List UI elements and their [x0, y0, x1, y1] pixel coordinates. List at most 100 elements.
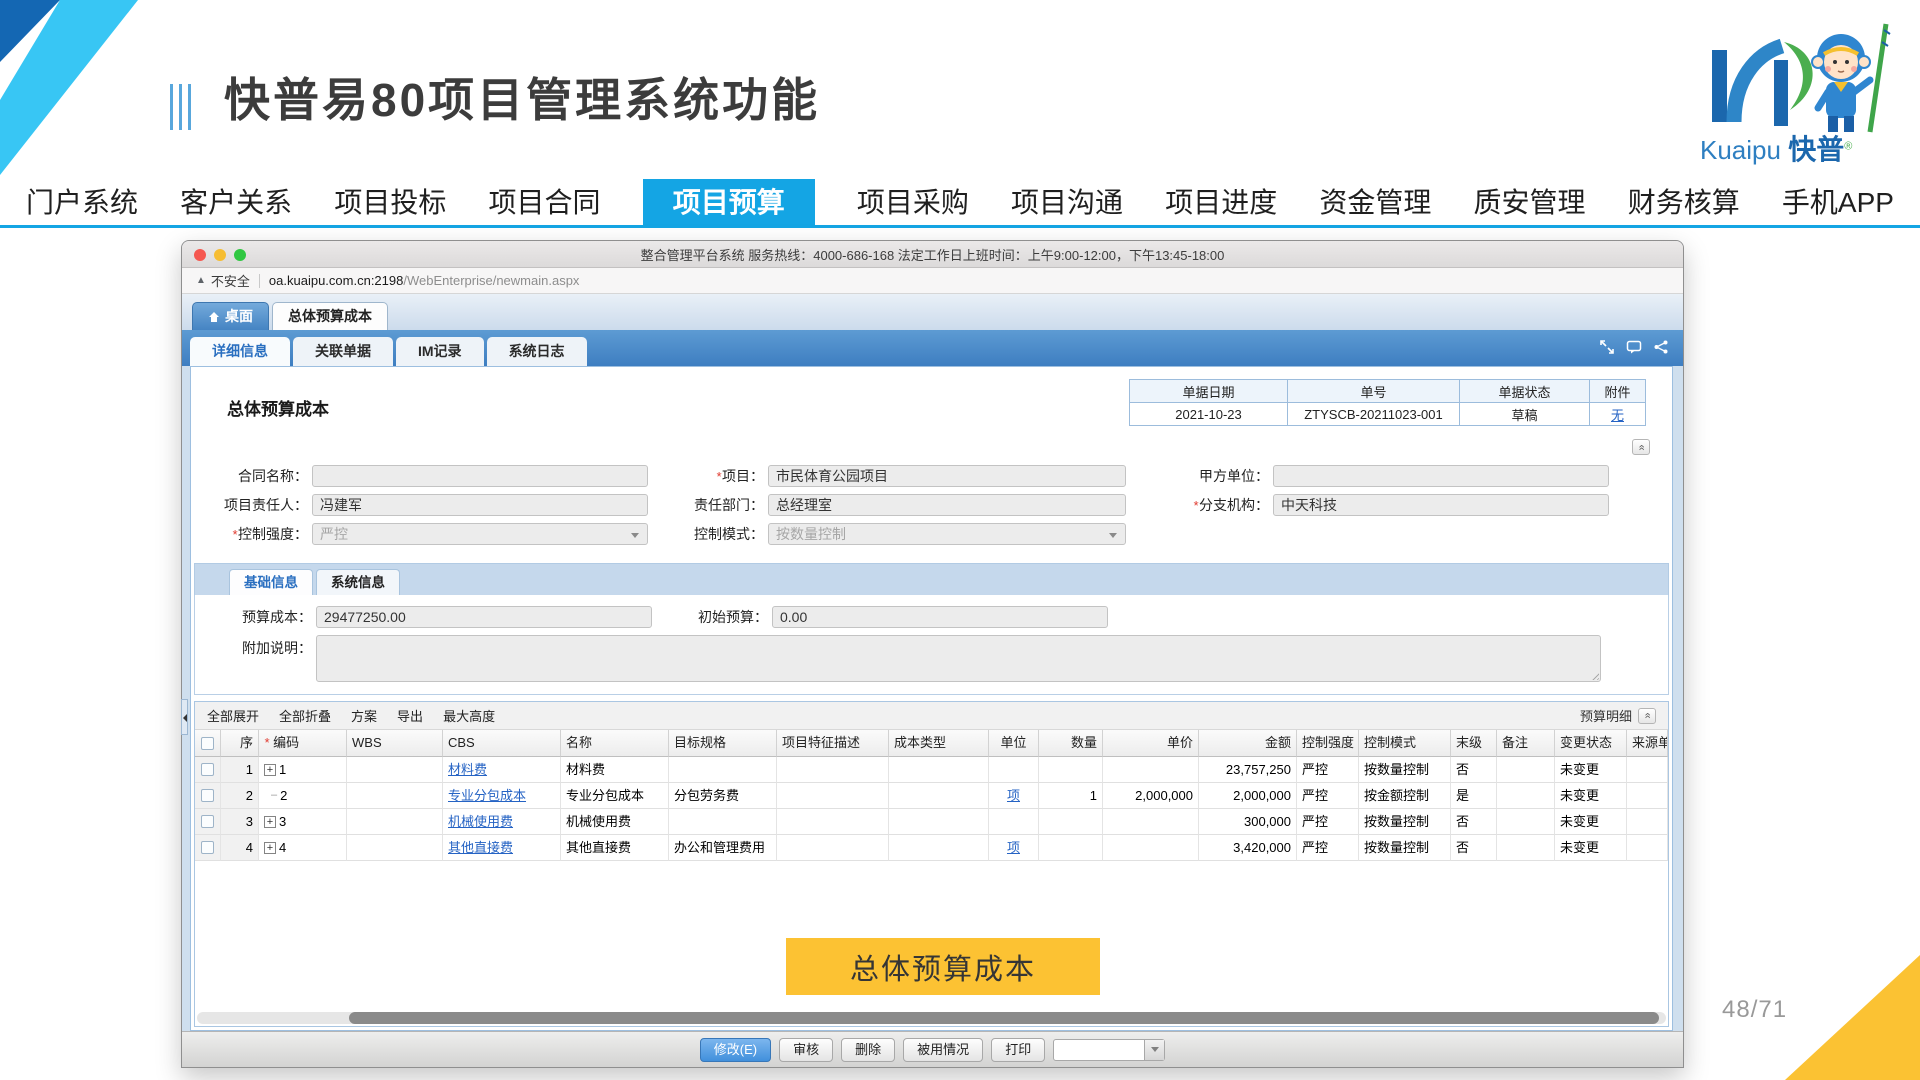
- modify-button[interactable]: 修改(E): [700, 1038, 771, 1062]
- grid-toolbar: 全部展开 全部折叠 方案 导出 最大高度 预算明细 «: [195, 702, 1668, 730]
- nav-item-finance[interactable]: 财务核算: [1628, 179, 1740, 227]
- cell-unit: [989, 757, 1039, 783]
- cell-feature: [777, 783, 889, 809]
- collapse-grid-button[interactable]: «: [1638, 708, 1656, 724]
- browser-url-bar[interactable]: ▲ 不安全 oa.kuaipu.com.cn:2198/WebEnterpris…: [182, 268, 1683, 294]
- audit-button[interactable]: 审核: [779, 1038, 833, 1062]
- info-header-status: 单据状态: [1460, 380, 1590, 403]
- nav-item-budget-active[interactable]: 项目预算: [643, 179, 815, 227]
- dropdown-arrow-button[interactable]: [1144, 1040, 1164, 1060]
- dept-field[interactable]: 总经理室: [768, 494, 1126, 516]
- attachment-link[interactable]: 无: [1611, 408, 1624, 423]
- expand-icon[interactable]: +: [264, 764, 276, 776]
- cell-amount: 3,420,000: [1199, 835, 1297, 861]
- contract-name-field[interactable]: [312, 465, 648, 487]
- cell-qty: [1039, 809, 1103, 835]
- collapse-icon: «: [1636, 444, 1647, 450]
- tab-basic-info[interactable]: 基础信息: [229, 569, 313, 595]
- usage-button[interactable]: 被用情况: [903, 1038, 983, 1062]
- budget-cost-field[interactable]: 29477250.00: [316, 606, 652, 628]
- cell-spec: 分包劳务费: [669, 783, 777, 809]
- cbs-link[interactable]: 专业分包成本: [448, 788, 526, 803]
- cell-change: 未变更: [1555, 783, 1627, 809]
- manager-field[interactable]: 冯建军: [312, 494, 648, 516]
- tab-im-log[interactable]: IM记录: [396, 337, 484, 366]
- close-button[interactable]: [194, 249, 206, 261]
- tab-overall-budget-label: 总体预算成本: [288, 303, 372, 330]
- print-button[interactable]: 打印: [991, 1038, 1045, 1062]
- row-checkbox[interactable]: [201, 815, 214, 828]
- note-textarea[interactable]: [316, 635, 1601, 682]
- cell-source: [1627, 835, 1668, 861]
- collapse-header-button[interactable]: «: [1632, 439, 1650, 455]
- nav-item-progress[interactable]: 项目进度: [1165, 179, 1277, 227]
- cell-wbs: [347, 783, 443, 809]
- export-button[interactable]: 导出: [397, 706, 423, 725]
- tab-overall-budget[interactable]: 总体预算成本: [272, 302, 388, 330]
- unit-link[interactable]: 项: [1007, 788, 1020, 803]
- panel-collapse-handle[interactable]: [181, 699, 188, 735]
- nav-item-contract[interactable]: 项目合同: [489, 179, 601, 227]
- tab-related-docs[interactable]: 关联单据: [293, 337, 393, 366]
- detail-content-panel: 总体预算成本 单据日期 单号 单据状态 附件 2021-10-23 ZTYSCB…: [190, 366, 1673, 1031]
- collapse-all-button[interactable]: 全部折叠: [279, 706, 331, 725]
- project-field[interactable]: 市民体育公园项目: [768, 465, 1126, 487]
- document-form: 合同名称： *项目： 市民体育公园项目 甲方单位： 项目责任人： 冯建军 责任部…: [191, 465, 1672, 552]
- delete-button[interactable]: 删除: [841, 1038, 895, 1062]
- initial-budget-field[interactable]: 0.00: [772, 606, 1108, 628]
- branch-field[interactable]: 中天科技: [1273, 494, 1609, 516]
- nav-item-procurement[interactable]: 项目采购: [857, 179, 969, 227]
- nav-item-funds[interactable]: 资金管理: [1319, 179, 1431, 227]
- tab-desktop-label: 桌面: [225, 303, 253, 330]
- cell-name: 机械使用费: [561, 809, 669, 835]
- row-checkbox[interactable]: [201, 789, 214, 802]
- cell-leaf: 否: [1451, 835, 1497, 861]
- control-strength-select[interactable]: 严控: [312, 523, 648, 545]
- cbs-link[interactable]: 机械使用费: [448, 814, 513, 829]
- horizontal-scrollbar-thumb[interactable]: [349, 1012, 1659, 1024]
- nav-item-communication[interactable]: 项目沟通: [1011, 179, 1123, 227]
- nav-item-quality[interactable]: 质安管理: [1474, 179, 1586, 227]
- chevron-down-icon: [1109, 533, 1117, 538]
- tab-detail-info[interactable]: 详细信息: [190, 337, 290, 366]
- cbs-link[interactable]: 材料费: [448, 762, 487, 777]
- row-seq: 1: [221, 757, 259, 783]
- cell-change: 未变更: [1555, 757, 1627, 783]
- budget-detail-grid: 全部展开 全部折叠 方案 导出 最大高度 预算明细 « 序 *编码 WBS CB…: [194, 701, 1669, 1027]
- expand-icon[interactable]: +: [264, 842, 276, 854]
- col-mode: 控制模式: [1359, 730, 1451, 757]
- tab-desktop[interactable]: 桌面: [192, 302, 269, 330]
- cell-amount: 300,000: [1199, 809, 1297, 835]
- row-checkbox[interactable]: [201, 763, 214, 776]
- col-qty: 数量: [1039, 730, 1103, 757]
- cbs-link[interactable]: 其他直接费: [448, 840, 513, 855]
- nav-item-portal[interactable]: 门户系统: [26, 179, 138, 227]
- zoom-button[interactable]: [234, 249, 246, 261]
- resize-icon[interactable]: [1599, 339, 1615, 355]
- expand-icon[interactable]: +: [264, 816, 276, 828]
- control-mode-select[interactable]: 按数量控制: [768, 523, 1126, 545]
- expand-all-button[interactable]: 全部展开: [207, 706, 259, 725]
- dept-label: 责任部门：: [694, 495, 764, 515]
- tab-system-log[interactable]: 系统日志: [487, 337, 587, 366]
- nav-item-mobile-app[interactable]: 手机APP: [1782, 179, 1894, 227]
- row-seq: 2: [221, 783, 259, 809]
- scheme-button[interactable]: 方案: [351, 706, 377, 725]
- window-titlebar: 整合管理平台系统 服务热线：4000-686-168 法定工作日上班时间：上午9…: [182, 241, 1683, 268]
- tab-system-info[interactable]: 系统信息: [316, 569, 400, 595]
- unit-link[interactable]: 项: [1007, 840, 1020, 855]
- horizontal-scrollbar[interactable]: [197, 1012, 1666, 1024]
- more-actions-dropdown[interactable]: [1053, 1039, 1165, 1061]
- cell-source: [1627, 809, 1668, 835]
- row-checkbox[interactable]: [201, 841, 214, 854]
- col-change-status: 变更状态: [1555, 730, 1627, 757]
- select-all-checkbox[interactable]: [201, 737, 214, 750]
- owner-unit-field[interactable]: [1273, 465, 1609, 487]
- share-icon[interactable]: [1653, 339, 1669, 355]
- cell-qty: [1039, 835, 1103, 861]
- max-height-button[interactable]: 最大高度: [443, 706, 495, 725]
- minimize-button[interactable]: [214, 249, 226, 261]
- nav-item-bidding[interactable]: 项目投标: [334, 179, 446, 227]
- nav-item-crm[interactable]: 客户关系: [180, 179, 292, 227]
- chat-icon[interactable]: [1626, 339, 1642, 355]
